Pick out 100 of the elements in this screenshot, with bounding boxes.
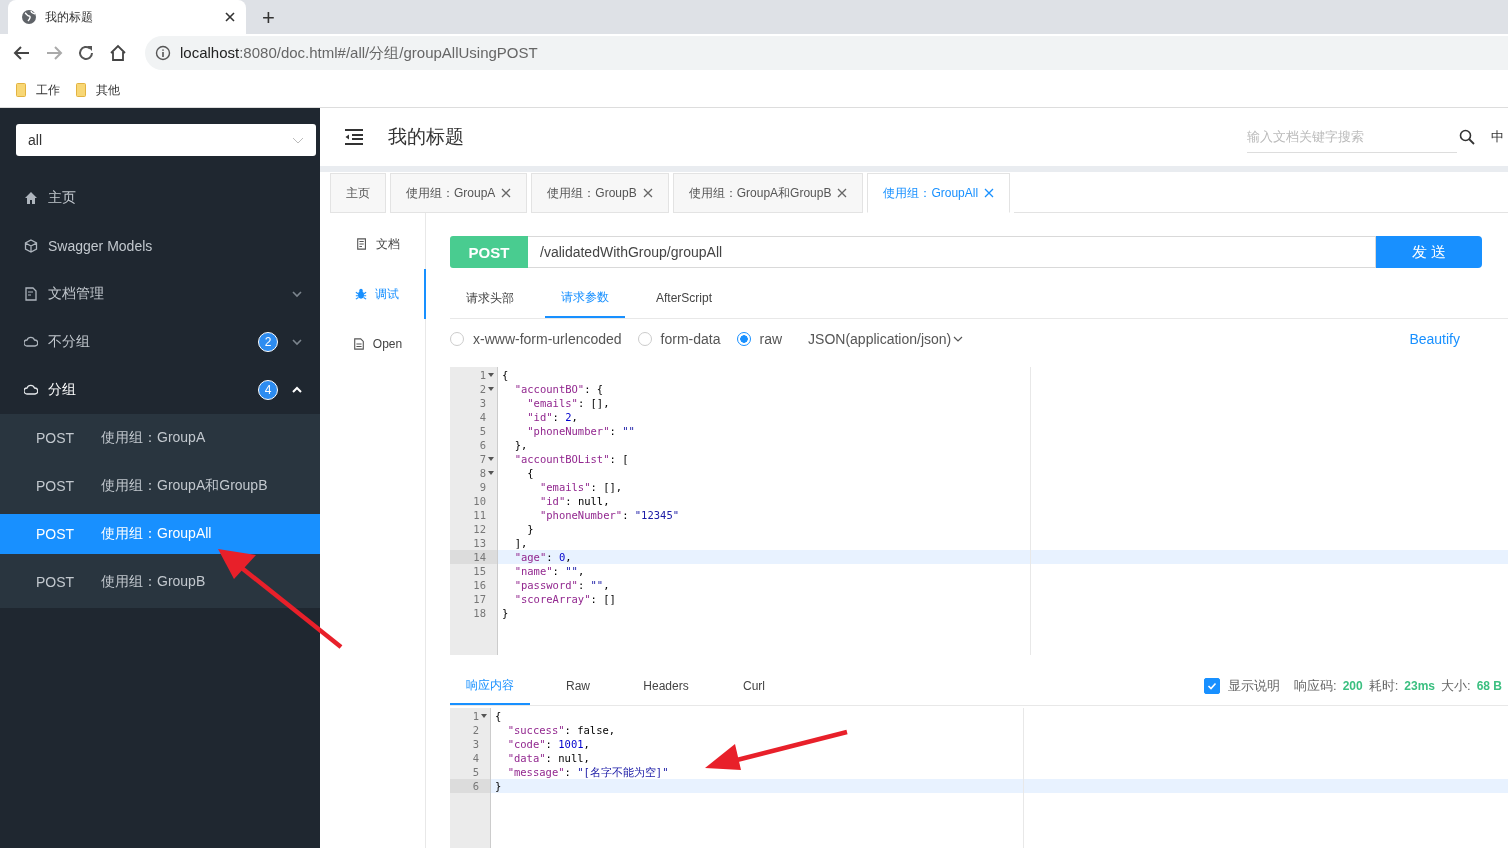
endpoint-item[interactable]: POST 使用组：GroupB: [0, 558, 320, 606]
fold-caret-icon[interactable]: [487, 470, 494, 476]
fold-caret-icon[interactable]: [487, 372, 494, 378]
endpoint-item[interactable]: POST 使用组：GroupA: [0, 414, 320, 462]
code-line: }: [495, 780, 502, 792]
line-number: 5: [472, 765, 479, 779]
fold-caret-icon[interactable]: [480, 713, 487, 719]
line-number: 8: [479, 466, 486, 480]
file-icon: [352, 338, 365, 350]
panel-tab[interactable]: 请求头部: [450, 278, 530, 318]
code-line: ],: [513, 537, 528, 549]
doc-tab[interactable]: 主页: [330, 173, 386, 213]
line-number: 4: [472, 751, 479, 765]
status-value: 23ms: [1404, 679, 1435, 693]
code-line: "accountBO": {: [513, 383, 604, 395]
home-icon: [24, 191, 38, 205]
fold-caret-icon[interactable]: [487, 456, 494, 462]
line-number: 12: [473, 522, 486, 536]
body-type-option[interactable]: x-www-form-urlencoded: [450, 331, 622, 347]
doc-tab[interactable]: 使用组：GroupB: [531, 173, 669, 213]
status-label: 大小:: [1441, 677, 1471, 695]
fold-caret-icon[interactable]: [487, 386, 494, 392]
code-line: }: [502, 607, 509, 619]
code-line: "phoneNumber": "12345": [538, 509, 680, 521]
panel-tab[interactable]: Curl: [714, 667, 794, 705]
code-line: "emails": [],: [538, 481, 623, 493]
content-type-select[interactable]: JSON(application/json): [808, 331, 964, 347]
radio-button[interactable]: [736, 332, 751, 346]
bookmark[interactable]: 工作: [16, 81, 60, 99]
group-select[interactable]: all: [16, 124, 316, 156]
bookmark[interactable]: 其他: [76, 81, 120, 99]
code-line: },: [513, 439, 528, 451]
sidebar-item[interactable]: 文档管理: [0, 270, 320, 318]
code-line: "emails": [],: [526, 397, 610, 409]
line-number: 5: [479, 424, 486, 438]
page-title: 我的标题: [388, 125, 464, 149]
close-icon[interactable]: [837, 188, 848, 198]
close-icon[interactable]: [501, 188, 512, 198]
url-text: localhost:8080/doc.html#/all/分组/groupAllUsingPOST: [180, 43, 538, 63]
folder-icon: [16, 83, 26, 97]
line-number: 13: [473, 536, 486, 550]
line-number: 2: [472, 723, 479, 737]
document-icon: [24, 287, 38, 301]
line-number: 7: [479, 452, 486, 466]
check-icon: [1207, 681, 1218, 691]
checkbox[interactable]: [1204, 678, 1221, 694]
line-number: 3: [479, 396, 486, 410]
menu-icon[interactable]: [344, 129, 364, 145]
line-number: 16: [473, 578, 486, 592]
address-bar[interactable]: localhost:8080/doc.html#/all/分组/groupAllUsingPOST: [145, 36, 1508, 70]
view-tab[interactable]: 文档: [330, 219, 425, 269]
panel-tab[interactable]: Headers: [626, 667, 706, 705]
language-label: 中: [1491, 128, 1504, 146]
back-icon[interactable]: [13, 44, 31, 62]
path-field[interactable]: /validatedWithGroup/groupAll: [528, 236, 1376, 268]
sidebar-item[interactable]: 分组 4: [0, 366, 320, 414]
sidebar-item[interactable]: Swagger Models: [0, 222, 320, 270]
new-tab-button[interactable]: +: [262, 6, 275, 30]
sidebar-item[interactable]: 主页: [0, 174, 320, 222]
line-number: 6: [479, 438, 486, 452]
code-line: "name": "",: [513, 565, 585, 577]
line-number: 10: [473, 494, 486, 508]
code-line: "phoneNumber": "": [526, 425, 635, 437]
doc-tab[interactable]: 使用组：GroupA和GroupB: [672, 173, 864, 213]
info-icon: [155, 45, 171, 61]
status-value: 68 B: [1476, 679, 1502, 693]
line-number: 3: [472, 737, 479, 751]
sidebar-item[interactable]: 不分组 2: [0, 318, 320, 366]
code-line: "success": false,: [506, 724, 616, 736]
code-line: "age": 0,: [513, 551, 572, 563]
count-badge: 2: [258, 332, 278, 352]
view-tab[interactable]: Open: [330, 319, 425, 369]
code-line: "data": null,: [506, 752, 590, 764]
panel-tab[interactable]: Raw: [538, 667, 618, 705]
doc-tab[interactable]: 使用组：GroupA: [390, 173, 528, 213]
code-editor[interactable]: 1 2 3 4 5 6 { "success": false, "code": 1001, "data": null, "message": "[名字不能为空]" }: [450, 708, 1508, 848]
panel-tab[interactable]: AfterScript: [640, 278, 728, 318]
line-number: 9: [479, 480, 486, 494]
body-type-option[interactable]: raw: [736, 331, 783, 347]
code-line: "code": 1001,: [506, 738, 590, 750]
folder-icon: [76, 83, 86, 97]
endpoint-item[interactable]: POST 使用组：GroupA和GroupB: [0, 462, 320, 510]
globe-icon: [21, 9, 37, 25]
body-type-option[interactable]: form-data: [637, 331, 721, 347]
count-badge: 4: [258, 380, 278, 400]
browser-tab[interactable]: 我的标题: [8, 0, 246, 34]
line-number: 17: [473, 592, 486, 606]
status-label: 响应码:: [1294, 677, 1337, 695]
chevron-down-icon: [953, 334, 964, 344]
close-icon[interactable]: [224, 11, 236, 23]
cloud-icon: [24, 335, 38, 349]
line-number: 11: [473, 508, 486, 522]
code-line: "id": 2,: [526, 411, 578, 423]
reload-icon[interactable]: [77, 44, 95, 62]
close-icon[interactable]: [642, 188, 653, 198]
tab-title: 我的标题: [45, 8, 94, 26]
line-number: 1: [472, 709, 479, 723]
line-number: 6: [472, 779, 479, 793]
search-icon[interactable]: [1459, 129, 1475, 145]
home-icon[interactable]: [109, 44, 127, 62]
